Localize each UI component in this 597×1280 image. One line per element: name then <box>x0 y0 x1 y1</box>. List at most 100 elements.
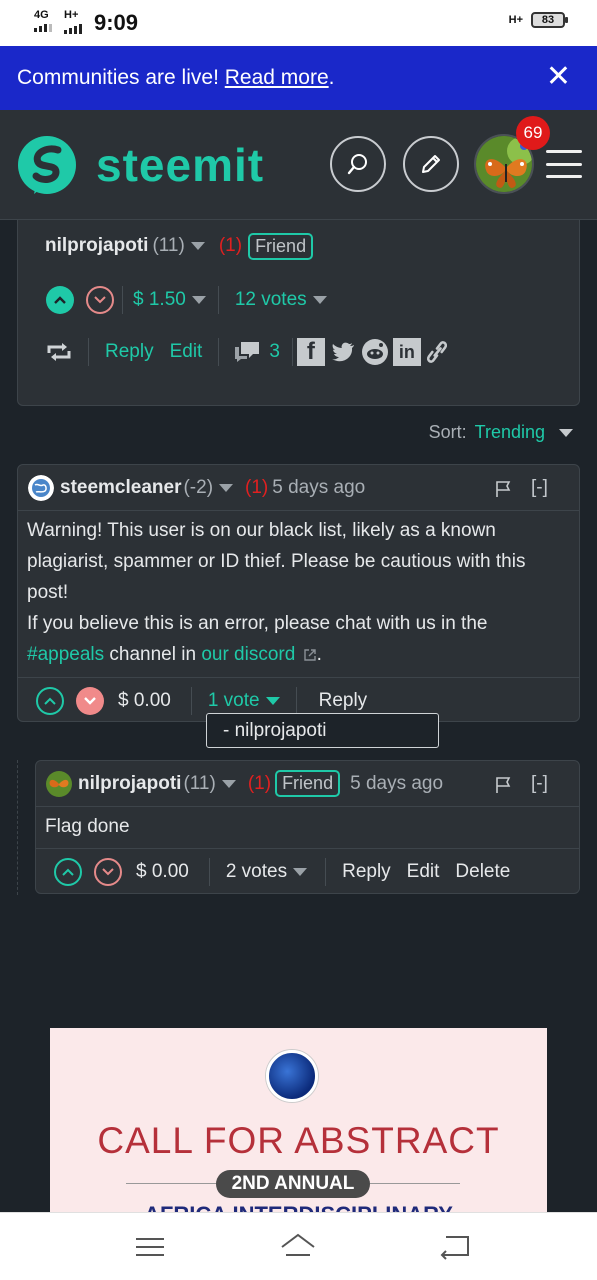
body-line: plagiarist, spammer or ID thief. Please … <box>27 551 526 572</box>
linkedin-share-icon[interactable]: in <box>392 338 421 366</box>
steemcleaner-avatar[interactable] <box>28 474 54 501</box>
post-reply-link[interactable]: Reply <box>105 341 154 363</box>
network-type-3: H+ <box>508 14 523 26</box>
post-author-row: nilprojapoti (11) (1) Friend <box>45 232 314 260</box>
post-footer-card: nilprojapoti (11) (1) Friend $ 1.50 12 v… <box>17 220 580 406</box>
votes-dropdown-icon[interactable] <box>265 696 280 705</box>
comment-body: Flag done <box>45 816 130 837</box>
body-line: If you believe this is an error, please … <box>27 613 488 634</box>
menu-button[interactable] <box>546 150 582 178</box>
banner-read-more-link[interactable]: Read more <box>225 66 329 90</box>
ad-title: CALL FOR ABSTRACT <box>97 1120 500 1161</box>
comment-votes[interactable]: 2 votes <box>226 861 287 883</box>
comment-reply-link[interactable]: Reply <box>319 690 368 712</box>
menu-nav-icon[interactable] <box>130 1231 170 1263</box>
copy-link-icon[interactable] <box>423 338 451 366</box>
comment-flag-count: (1) <box>245 476 269 498</box>
comment-delete-link[interactable]: Delete <box>455 861 510 883</box>
downvote-button[interactable] <box>76 686 104 715</box>
post-author-name[interactable]: nilprojapoti <box>45 235 148 257</box>
comment-author-name[interactable]: steemcleaner <box>60 477 181 499</box>
ad-pill: 2ND ANNUAL <box>216 1170 370 1198</box>
post-votes[interactable]: 12 votes <box>235 289 307 311</box>
comments-icon[interactable] <box>233 340 261 364</box>
downvote-button[interactable] <box>94 857 122 886</box>
sort-dropdown[interactable]: Trending <box>475 422 545 443</box>
ad-subtitle: AFRICA INTERDISCIPLINARY <box>50 1202 547 1212</box>
comment-steemcleaner: steemcleaner (-2) (1) 5 days ago [-] War… <box>17 464 580 722</box>
search-button[interactable] <box>330 136 386 192</box>
steemit-logo-text[interactable]: steemit <box>96 138 264 192</box>
voters-tooltip[interactable]: - nilprojapoti <box>206 713 439 748</box>
votes-dropdown-icon[interactable] <box>293 867 308 876</box>
comment-footer: $ 0.00 2 votes Reply Edit Delete <box>36 848 579 894</box>
write-post-button[interactable] <box>403 136 459 192</box>
author-dropdown-icon[interactable] <box>190 242 205 250</box>
comment-author-reputation: (11) <box>183 772 216 794</box>
flag-icon[interactable] <box>494 480 512 498</box>
chevron-up-icon <box>44 697 56 705</box>
resteem-icon[interactable] <box>46 341 72 363</box>
notification-badge[interactable]: 69 <box>516 116 550 150</box>
status-right: H+ 83 <box>508 12 568 28</box>
post-edit-link[interactable]: Edit <box>170 341 203 363</box>
discord-link[interactable]: our discord <box>201 644 295 665</box>
body-text: . <box>316 644 322 665</box>
collapse-toggle[interactable]: [-] <box>531 477 548 499</box>
comment-reply-link[interactable]: Reply <box>342 861 391 883</box>
back-nav-icon[interactable] <box>436 1231 476 1263</box>
downvote-button[interactable] <box>86 286 114 314</box>
close-icon[interactable]: ✕ <box>546 62 571 92</box>
payout-dropdown-icon[interactable] <box>191 296 206 304</box>
android-nav-bar <box>0 1212 597 1280</box>
status-bar: 4G H+ 9:09 H+ 83 <box>0 0 597 46</box>
comment-votes[interactable]: 1 vote <box>208 690 260 712</box>
upvote-button[interactable] <box>36 686 64 715</box>
comment-author-reputation: (-2) <box>183 476 214 498</box>
external-link-icon <box>303 649 316 661</box>
comment-edit-link[interactable]: Edit <box>407 861 440 883</box>
pencil-icon <box>422 155 440 173</box>
collapse-toggle[interactable]: [-] <box>531 773 548 795</box>
comment-timestamp[interactable]: 5 days ago <box>272 477 365 499</box>
signal-icon-2 <box>64 24 82 34</box>
twitter-share-icon[interactable] <box>329 338 357 366</box>
post-action-row: Reply Edit 3 f in <box>46 335 451 369</box>
banner-suffix: . <box>328 66 335 89</box>
post-payout[interactable]: $ 1.50 <box>133 289 186 311</box>
globe-logo-icon <box>266 1050 318 1102</box>
globe-avatar-icon <box>28 474 54 501</box>
comment-timestamp[interactable]: 5 days ago <box>350 773 443 795</box>
friend-badge: Friend <box>248 232 314 260</box>
comment-author-name[interactable]: nilprojapoti <box>78 773 181 795</box>
site-header: steemit <box>0 110 597 220</box>
flag-icon[interactable] <box>494 776 512 794</box>
comment-payout[interactable]: $ 0.00 <box>136 861 189 883</box>
facebook-share-icon[interactable]: f <box>296 338 325 366</box>
sort-dropdown-icon[interactable] <box>559 428 573 437</box>
nilprojapoti-avatar[interactable] <box>46 770 72 797</box>
post-comment-count[interactable]: 3 <box>269 341 280 363</box>
appeals-link[interactable]: #appeals <box>27 644 104 665</box>
advertisement[interactable]: CALL FOR ABSTRACT 2ND ANNUAL AFRICA INTE… <box>50 1028 547 1212</box>
comment-nilprojapoti: nilprojapoti (11) (1) Friend 5 days ago … <box>35 760 580 894</box>
comment-author-dropdown-icon[interactable] <box>219 483 234 492</box>
ad-divider <box>126 1183 216 1184</box>
body-line: Warning! This user is on our black list,… <box>27 520 496 541</box>
sort-control: Sort: Trending <box>429 422 573 443</box>
post-vote-row: $ 1.50 12 votes <box>46 285 327 315</box>
sort-label: Sort: <box>428 422 467 442</box>
upvote-button[interactable] <box>46 286 74 314</box>
body-line: post! <box>27 582 69 603</box>
thread-guide <box>17 760 18 895</box>
comment-author-dropdown-icon[interactable] <box>221 779 236 788</box>
comment-payout[interactable]: $ 0.00 <box>118 690 171 712</box>
post-flag-count: (1) <box>218 235 243 256</box>
reddit-share-icon[interactable] <box>361 338 389 366</box>
upvote-button[interactable] <box>54 857 82 886</box>
home-nav-icon[interactable] <box>278 1231 318 1263</box>
comment-body: Warning! This user is on our black list,… <box>27 515 572 670</box>
network-type-2: H+ <box>64 9 79 21</box>
votes-dropdown-icon[interactable] <box>312 296 327 304</box>
steemit-logo-icon[interactable] <box>16 134 78 196</box>
